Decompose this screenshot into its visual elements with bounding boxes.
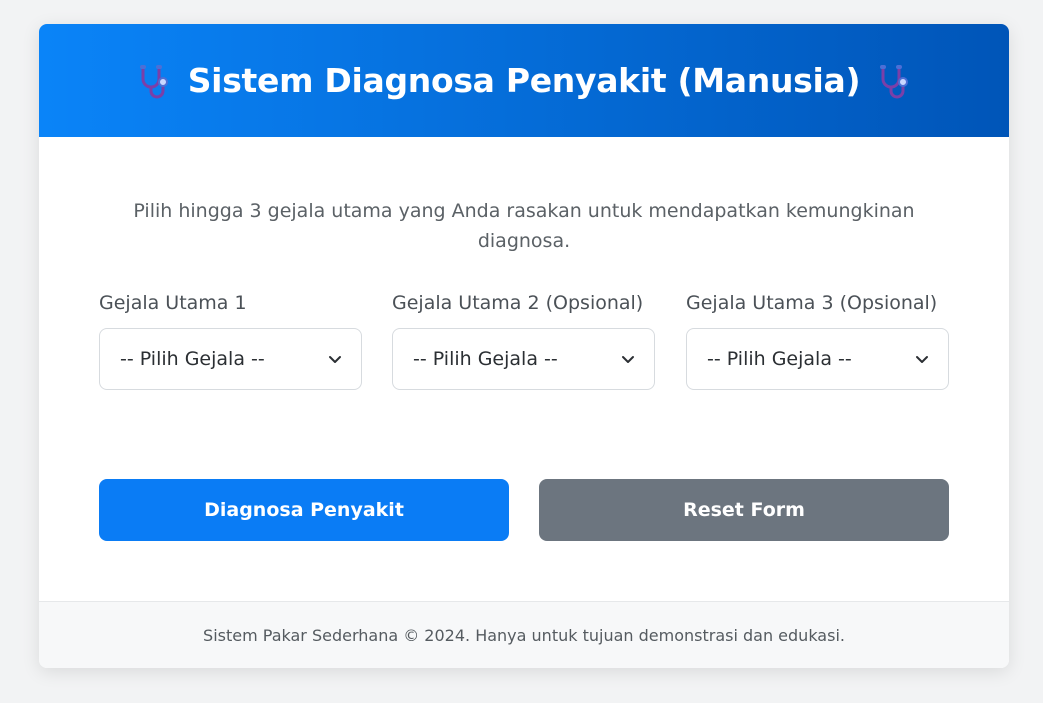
chevron-down-icon	[327, 351, 343, 367]
reset-button[interactable]: Reset Form	[539, 479, 949, 541]
diagnosis-card: Sistem Diagnosa Penyakit (Manusia) Pilih…	[39, 24, 1009, 668]
symptom-3-select[interactable]: -- Pilih Gejala --	[686, 328, 949, 390]
symptom-1-select[interactable]: -- Pilih Gejala --	[99, 328, 362, 390]
symptom-1-value: -- Pilih Gejala --	[120, 348, 265, 370]
stethoscope-icon	[874, 61, 914, 101]
symptom-2-select[interactable]: -- Pilih Gejala --	[392, 328, 655, 390]
symptom-field-3: Gejala Utama 3 (Opsional) -- Pilih Gejal…	[686, 288, 949, 390]
symptom-2-label: Gejala Utama 2 (Opsional)	[392, 292, 644, 314]
stethoscope-icon	[134, 61, 174, 101]
symptom-field-1: Gejala Utama 1 -- Pilih Gejala --	[99, 288, 362, 390]
symptom-1-label: Gejala Utama 1	[99, 292, 247, 314]
page-title: Sistem Diagnosa Penyakit (Manusia)	[187, 61, 861, 100]
symptom-3-value: -- Pilih Gejala --	[707, 348, 852, 370]
footer: Sistem Pakar Sederhana © 2024. Hanya unt…	[39, 601, 1009, 668]
symptom-3-label: Gejala Utama 3 (Opsional)	[686, 292, 938, 314]
intro-text: Pilih hingga 3 gejala utama yang Anda ra…	[133, 200, 915, 252]
diagnose-button[interactable]: Diagnosa Penyakit	[99, 479, 509, 541]
chevron-down-icon	[914, 351, 930, 367]
header-bar: Sistem Diagnosa Penyakit (Manusia)	[39, 24, 1009, 137]
symptom-2-value: -- Pilih Gejala --	[413, 348, 558, 370]
footer-text: Sistem Pakar Sederhana © 2024. Hanya unt…	[203, 625, 845, 645]
symptom-field-2: Gejala Utama 2 (Opsional) -- Pilih Gejal…	[392, 288, 655, 390]
chevron-down-icon	[620, 351, 636, 367]
